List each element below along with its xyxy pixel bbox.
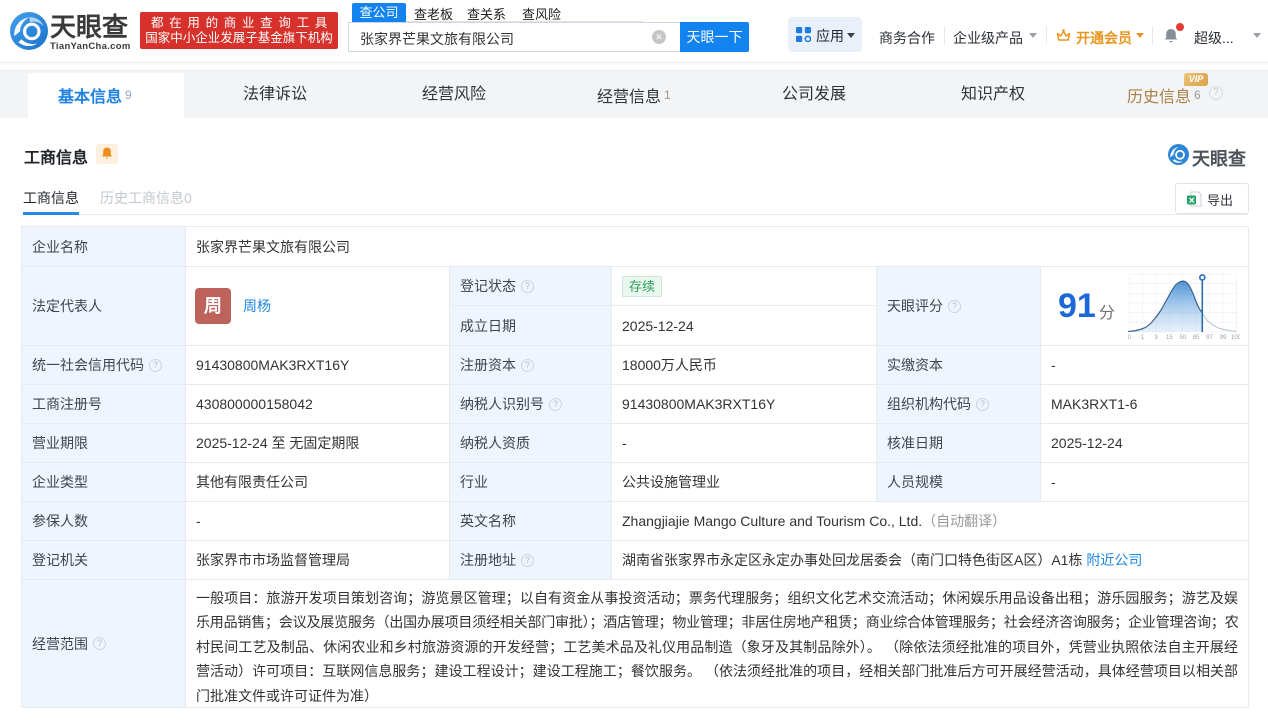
svg-text:0: 0	[1128, 335, 1132, 341]
svg-text:85: 85	[1193, 335, 1200, 341]
svg-text:100: 100	[1231, 335, 1240, 341]
svg-text:97: 97	[1206, 335, 1213, 341]
svg-text:50: 50	[1179, 335, 1186, 341]
svg-text:1: 1	[1141, 335, 1145, 341]
svg-text:99: 99	[1220, 335, 1227, 341]
svg-text:3: 3	[1154, 335, 1158, 341]
svg-text:15: 15	[1166, 335, 1173, 341]
